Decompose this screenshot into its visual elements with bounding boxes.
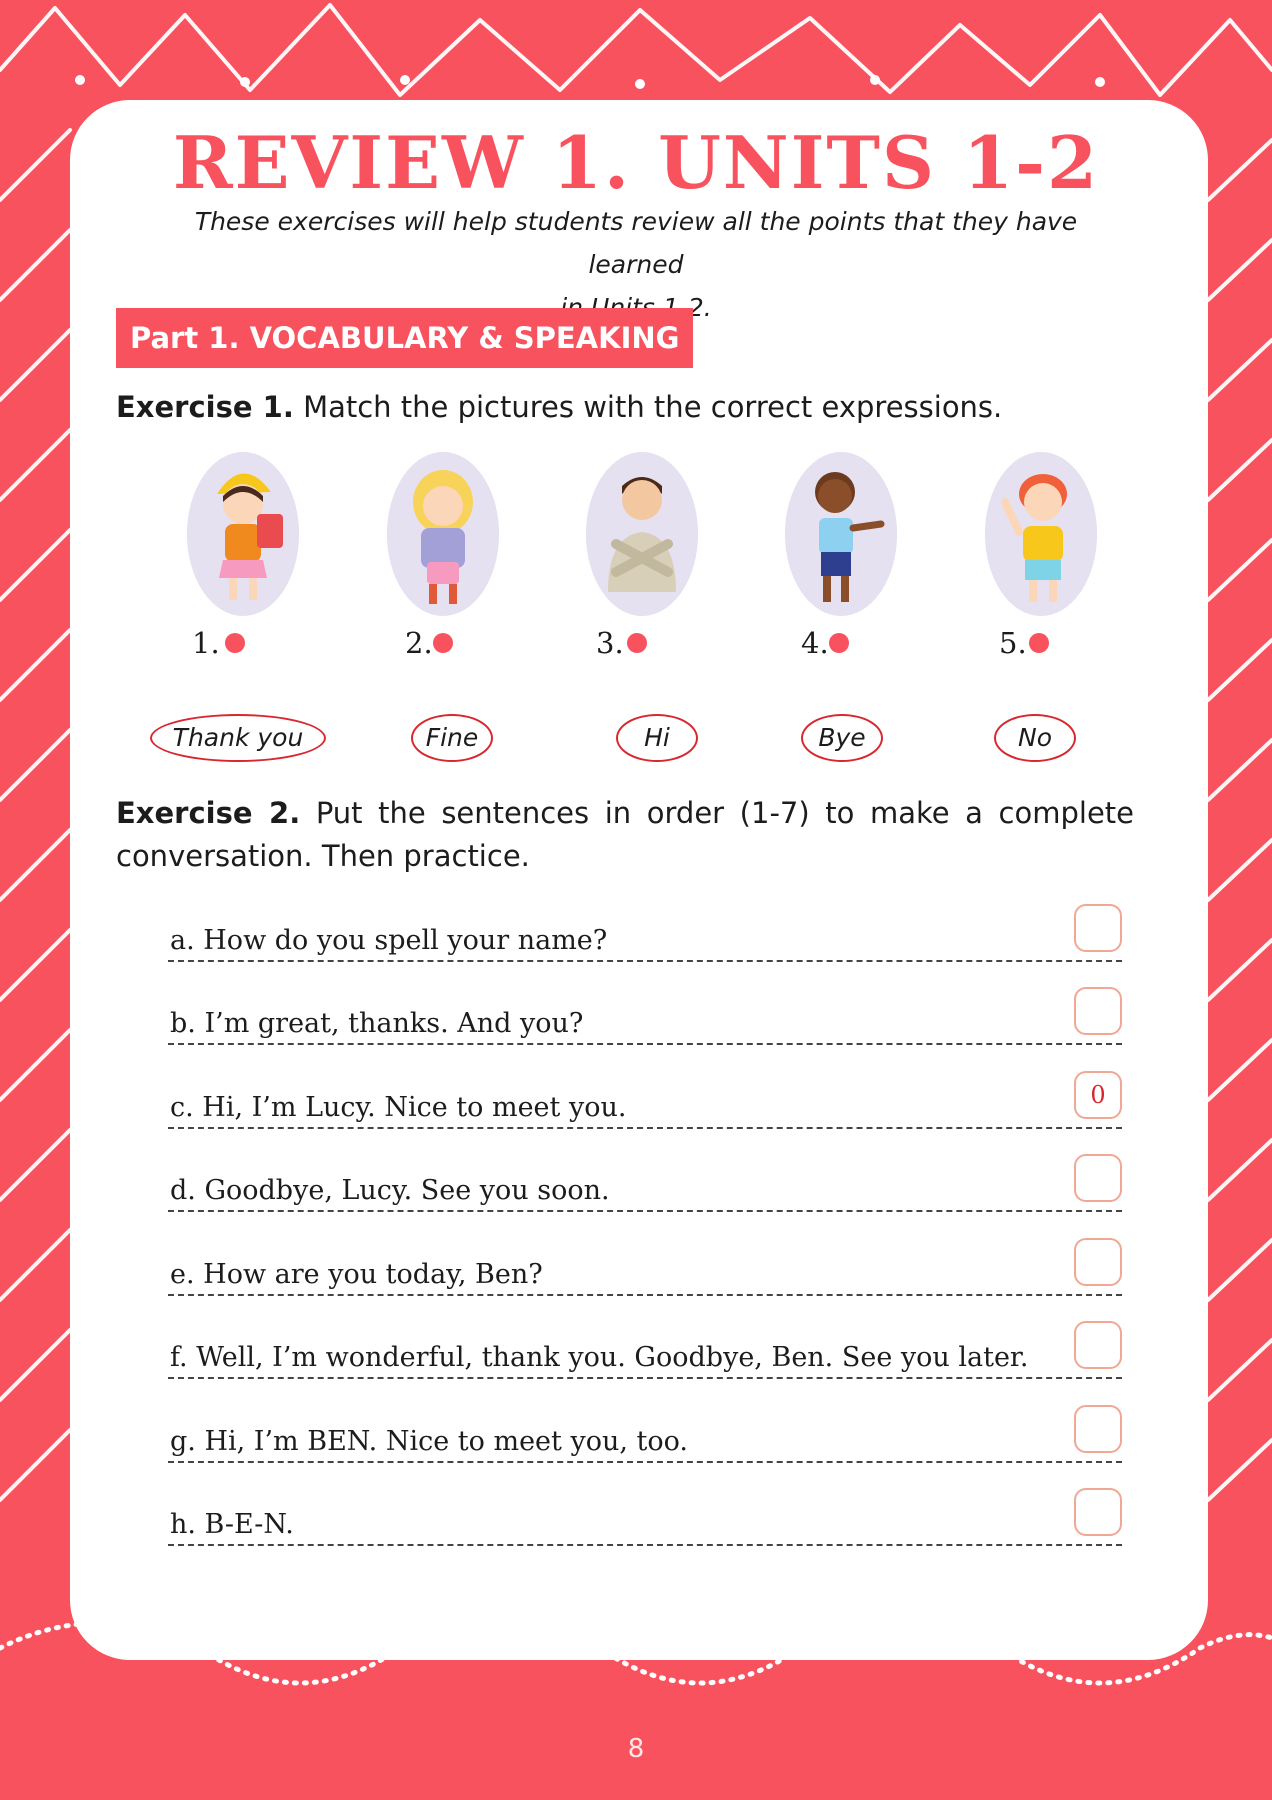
sentence-g: g. Hi, I’m BEN. Nice to meet you, too. bbox=[170, 1426, 688, 1457]
match-dot-4[interactable] bbox=[829, 633, 849, 653]
answer-box-a[interactable] bbox=[1074, 904, 1122, 952]
sentence-row-h: h. B-E-N. bbox=[168, 1488, 1122, 1546]
exercise-1-text: Match the pictures with the correct expr… bbox=[303, 390, 1003, 424]
answer-box-e[interactable] bbox=[1074, 1238, 1122, 1286]
sentence-row-g: g. Hi, I’m BEN. Nice to meet you, too. bbox=[168, 1405, 1122, 1463]
match-dot-2[interactable] bbox=[433, 633, 453, 653]
exercise-1-instruction: Exercise 1. Match the pictures with the … bbox=[116, 390, 1002, 424]
subtitle-line-1: These exercises will help students revie… bbox=[194, 207, 1078, 279]
answer-box-c[interactable]: 0 bbox=[1074, 1071, 1122, 1119]
match-dot-5[interactable] bbox=[1029, 633, 1049, 653]
expression-bye[interactable]: Bye bbox=[801, 714, 883, 762]
picture-number-4: 4. bbox=[801, 626, 829, 660]
sentence-d: d. Goodbye, Lucy. See you soon. bbox=[170, 1175, 610, 1206]
match-dot-1[interactable] bbox=[225, 633, 245, 653]
sentence-row-c: c. Hi, I’m Lucy. Nice to meet you. 0 bbox=[168, 1071, 1122, 1129]
exercise-1-label: Exercise 1. bbox=[116, 390, 294, 424]
sentence-row-a: a. How do you spell your name? bbox=[168, 904, 1122, 962]
exercise-2-instruction: Exercise 2. Put the sentences in order (… bbox=[116, 792, 1134, 878]
sentence-c: c. Hi, I’m Lucy. Nice to meet you. bbox=[170, 1092, 627, 1123]
sentence-row-f: f. Well, I’m wonderful, thank you. Goodb… bbox=[168, 1321, 1122, 1379]
expression-thank-you[interactable]: Thank you bbox=[150, 714, 326, 762]
answer-box-b[interactable] bbox=[1074, 987, 1122, 1035]
answer-box-h[interactable] bbox=[1074, 1488, 1122, 1536]
picture-number-2: 2. bbox=[405, 626, 433, 660]
picture-number-1: 1. bbox=[192, 626, 220, 660]
expression-hi[interactable]: Hi bbox=[616, 714, 698, 762]
answer-box-g[interactable] bbox=[1074, 1405, 1122, 1453]
sentence-a: a. How do you spell your name? bbox=[170, 925, 608, 956]
sentence-row-d: d. Goodbye, Lucy. See you soon. bbox=[168, 1154, 1122, 1212]
part-1-banner: Part 1. VOCABULARY & SPEAKING bbox=[116, 308, 694, 368]
exercise-2-label: Exercise 2. bbox=[116, 796, 301, 830]
girl-with-blond-hair-icon bbox=[387, 452, 499, 616]
match-dot-3[interactable] bbox=[627, 633, 647, 653]
expression-fine[interactable]: Fine bbox=[411, 714, 493, 762]
red-haired-boy-waving-icon bbox=[985, 452, 1097, 616]
sentence-row-b: b. I’m great, thanks. And you? bbox=[168, 987, 1122, 1045]
sentence-h: h. B-E-N. bbox=[170, 1509, 294, 1540]
boy-crossed-arms-icon bbox=[586, 452, 698, 616]
answer-box-d[interactable] bbox=[1074, 1154, 1122, 1202]
page-number: 8 bbox=[627, 1734, 645, 1764]
girl-with-yellow-hat-icon bbox=[187, 452, 299, 616]
page-title: REVIEW 1. UNITS 1-2 bbox=[172, 120, 1100, 205]
boy-thumbs-up-icon bbox=[785, 452, 897, 616]
sentence-e: e. How are you today, Ben? bbox=[170, 1259, 543, 1290]
expression-no[interactable]: No bbox=[994, 714, 1076, 762]
sentence-b: b. I’m great, thanks. And you? bbox=[170, 1008, 584, 1039]
sentence-f: f. Well, I’m wonderful, thank you. Goodb… bbox=[170, 1342, 1029, 1373]
sentence-row-e: e. How are you today, Ben? bbox=[168, 1238, 1122, 1296]
picture-number-5: 5. bbox=[999, 626, 1027, 660]
answer-box-f[interactable] bbox=[1074, 1321, 1122, 1369]
picture-number-3: 3. bbox=[596, 626, 624, 660]
